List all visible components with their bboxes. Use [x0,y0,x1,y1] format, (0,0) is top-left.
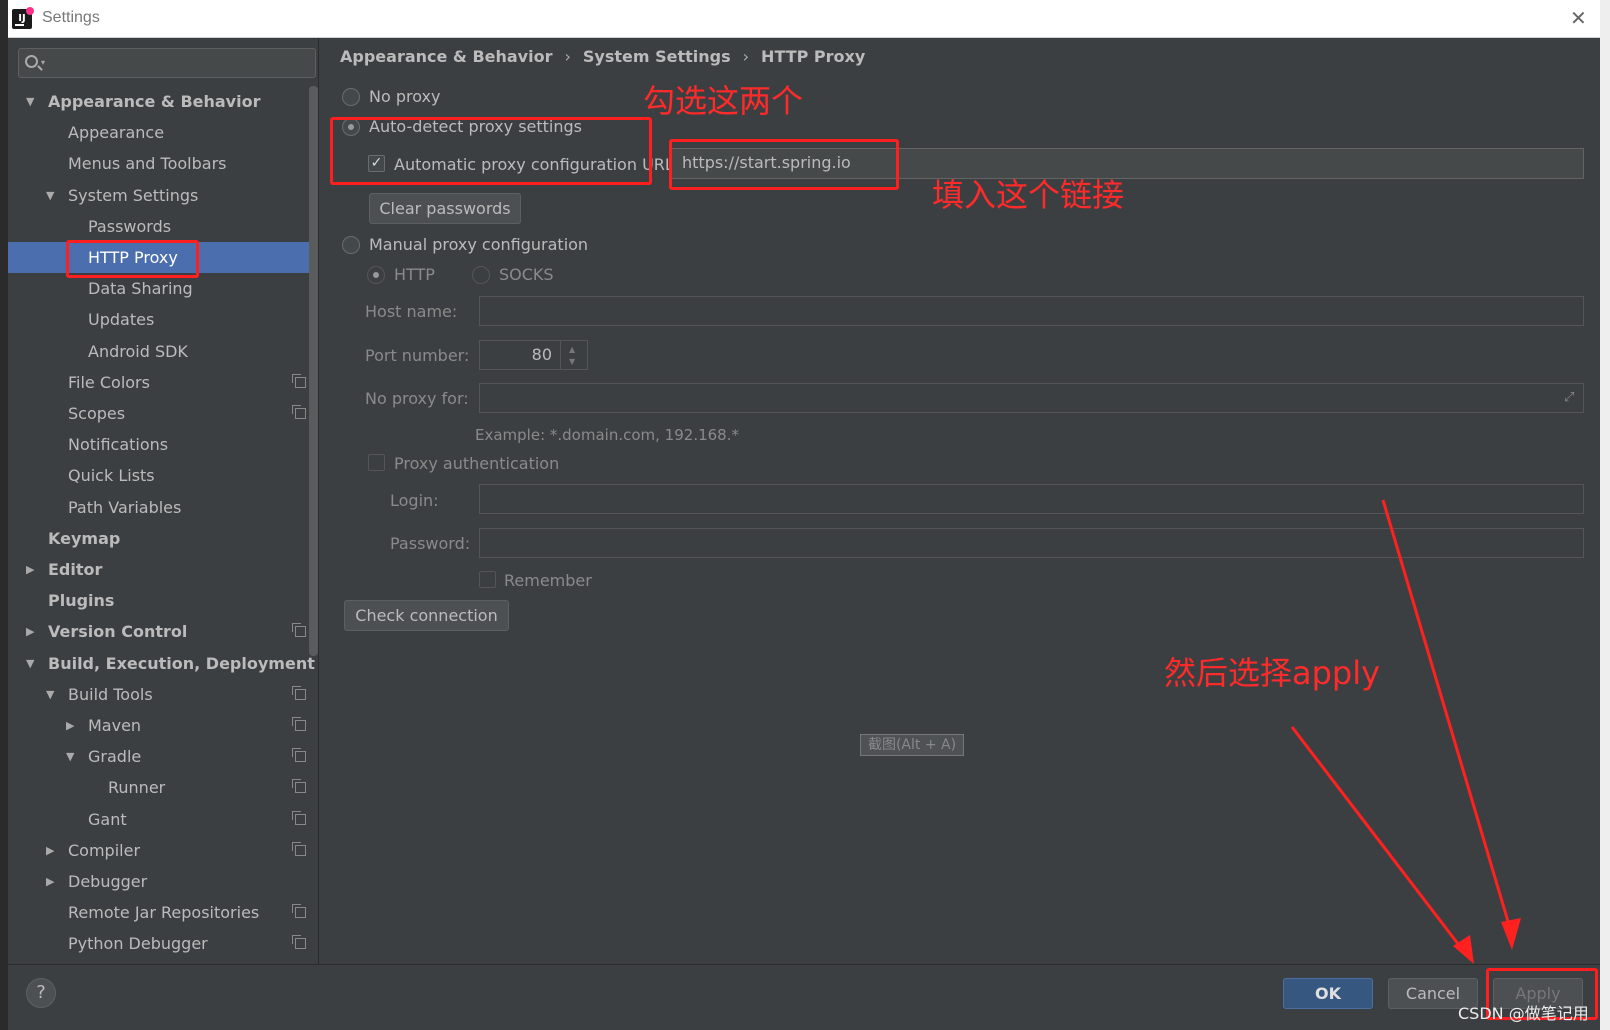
csdn-watermark: CSDN @做笔记用 [1458,1004,1589,1023]
annotation-arrow [1290,726,1467,954]
annotation-arrowhead [1501,918,1521,950]
annotation-arrows [1290,499,1521,964]
